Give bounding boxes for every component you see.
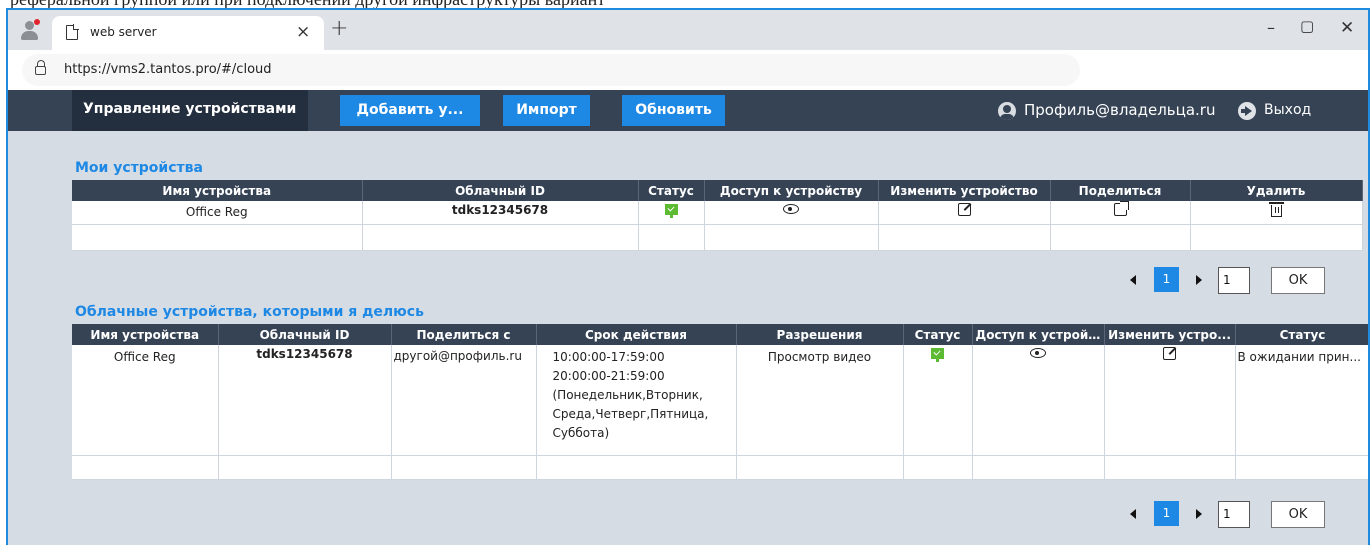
validity-line: 20:00:00-21:59:00 (552, 369, 665, 383)
app-area: Управление устройствами Добавить у... Им… (8, 90, 1368, 545)
table-row[interactable]: Office Reg tdks12345678 (72, 201, 1363, 225)
close-tab-icon[interactable]: × (296, 22, 310, 42)
column-header: Поделиться (1050, 180, 1191, 201)
my-devices-pager: 1 1 OK (1130, 267, 1330, 295)
new-tab-icon[interactable]: + (330, 16, 348, 41)
page-input[interactable]: 1 (1218, 267, 1250, 294)
share-cell (1050, 201, 1191, 225)
column-header: Удалить (1190, 180, 1363, 201)
edit-cell (878, 201, 1051, 225)
status-cell (903, 345, 973, 456)
maximize-icon[interactable]: ▢ (1300, 17, 1314, 35)
app-header: Управление устройствами Добавить у... Им… (8, 90, 1368, 131)
prev-page-icon[interactable] (1130, 275, 1136, 285)
validity-line: 10:00:00-17:59:00 (552, 350, 665, 364)
column-header: Статус (903, 324, 973, 345)
validity-line: Среда,Четверг,Пятница, (552, 407, 709, 421)
tab-title: web server (90, 25, 157, 39)
background-document-strip: реферальной группой или при подключении … (0, 0, 1370, 8)
add-device-button[interactable]: Добавить у... (340, 95, 480, 126)
browser-profile-icon[interactable] (20, 19, 40, 41)
refresh-button[interactable]: Обновить (622, 95, 725, 126)
eye-icon[interactable] (1030, 348, 1046, 358)
browser-window: web server × + – ▢ ✕ https://vms2.tantos… (6, 8, 1370, 545)
empty-row (72, 224, 1363, 251)
share-status-cell: В ожидании прин... (1235, 345, 1368, 456)
online-monitor-icon (664, 204, 678, 218)
permissions-cell: Просмотр видео (736, 345, 904, 456)
column-header: Срок действия (536, 324, 737, 345)
table-header-row: Имя устройства Облачный ID Статус Доступ… (72, 180, 1363, 201)
validity-cell: 10:00:00-17:59:00 20:00:00-21:59:00 (Пон… (536, 345, 737, 456)
status-cell (638, 201, 705, 225)
import-button[interactable]: Импорт (503, 95, 590, 126)
user-icon (998, 102, 1016, 120)
page-input[interactable]: 1 (1218, 501, 1250, 528)
shared-with-cell: другой@профиль.ru (391, 345, 537, 456)
column-header: Имя устройства (72, 180, 363, 201)
shared-devices-pager: 1 1 OK (1130, 501, 1330, 529)
manage-devices-tab[interactable]: Управление устройствами (72, 90, 308, 131)
column-header: Облачный ID (218, 324, 392, 345)
lock-icon (35, 60, 46, 75)
page-icon (66, 24, 79, 40)
minimize-icon[interactable]: – (1267, 18, 1275, 37)
url-field[interactable]: https://vms2.tantos.pro/#/cloud (22, 54, 1080, 86)
page-number-button[interactable]: 1 (1154, 267, 1179, 292)
column-header: Статус (638, 180, 705, 201)
online-monitor-icon (931, 348, 944, 362)
edit-icon[interactable] (957, 203, 971, 216)
ok-button[interactable]: OK (1271, 501, 1325, 528)
page-number-button[interactable]: 1 (1154, 501, 1179, 526)
column-header: Разрешения (736, 324, 904, 345)
trash-icon[interactable] (1268, 202, 1284, 217)
address-bar: https://vms2.tantos.pro/#/cloud (8, 50, 1368, 90)
title-bar: web server × + – ▢ ✕ (8, 10, 1368, 50)
prev-page-icon[interactable] (1130, 509, 1136, 519)
my-devices-title: Мои устройства (75, 160, 203, 176)
column-header: Изменить устройство (878, 180, 1051, 201)
column-header: Статус (1235, 324, 1368, 345)
column-header: Имя устройства (72, 324, 219, 345)
browser-tab[interactable]: web server × (52, 16, 324, 50)
validity-line: Суббота) (552, 426, 610, 440)
delete-cell (1190, 201, 1363, 225)
eye-icon[interactable] (783, 204, 799, 214)
edit-cell (1104, 345, 1236, 456)
my-devices-table: Имя устройства Облачный ID Статус Доступ… (72, 180, 1363, 251)
ok-button[interactable]: OK (1271, 267, 1325, 294)
table-row[interactable]: Office Reg tdks12345678 другой@профиль.r… (72, 345, 1368, 456)
shared-devices-table: Имя устройства Облачный ID Поделиться с … (72, 324, 1368, 480)
shared-devices-title: Облачные устройства, которыми я делюсь (75, 304, 424, 320)
profile-link[interactable]: Профиль@владельца.ru (1024, 101, 1215, 119)
column-header: Доступ к устрой... (972, 324, 1105, 345)
device-name-cell: Office Reg (72, 345, 219, 456)
access-cell (972, 345, 1105, 456)
column-header: Облачный ID (362, 180, 639, 201)
share-icon[interactable] (1113, 201, 1129, 216)
background-document-text: реферальной группой или при подключении … (10, 0, 605, 8)
logout-link[interactable]: Выход (1264, 102, 1311, 118)
table-header-row: Имя устройства Облачный ID Поделиться с … (72, 324, 1368, 345)
validity-line: (Понедельник,Вторник, (552, 388, 703, 402)
close-window-icon[interactable]: ✕ (1340, 18, 1354, 38)
cloud-id-cell: tdks12345678 (218, 345, 392, 456)
column-header: Поделиться с (391, 324, 537, 345)
next-page-icon[interactable] (1196, 275, 1202, 285)
column-header: Доступ к устройству (704, 180, 879, 201)
access-cell (704, 201, 879, 225)
edit-icon[interactable] (1163, 347, 1176, 360)
cloud-id-cell: tdks12345678 (362, 201, 639, 225)
next-page-icon[interactable] (1196, 509, 1202, 519)
logout-icon[interactable] (1238, 102, 1256, 120)
url-text: https://vms2.tantos.pro/#/cloud (64, 62, 272, 77)
column-header: Изменить устро... (1104, 324, 1236, 345)
device-name-cell: Office Reg (72, 201, 363, 225)
empty-row (72, 455, 1368, 480)
